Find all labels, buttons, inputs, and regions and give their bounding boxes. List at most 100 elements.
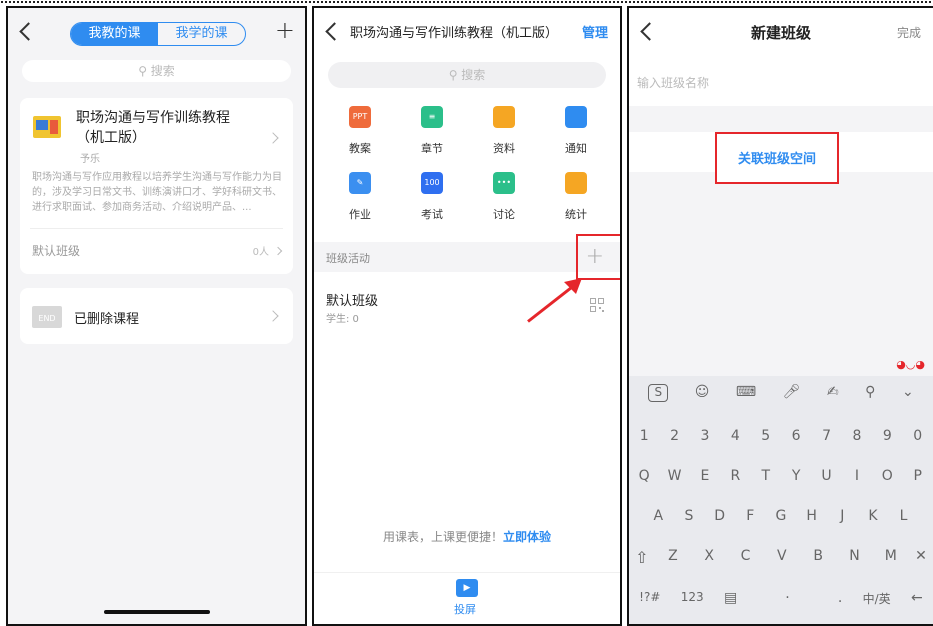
key-d[interactable]: D — [708, 508, 732, 524]
discuss-icon: ••• — [493, 172, 515, 194]
key-o[interactable]: O — [875, 468, 899, 484]
key-g[interactable]: G — [769, 508, 793, 524]
key-t[interactable]: T — [754, 468, 778, 484]
tab-teaching[interactable]: 我教的课 — [71, 23, 158, 45]
feature-grid: PPT 教案 ≡ 章节 资料 通知 ✎ 作业 100 考试 ••• 讨论 统计 — [314, 106, 620, 238]
handwrite-icon[interactable]: ✍︎ — [827, 384, 839, 402]
course-card[interactable]: 职场沟通与写作训练教程 （机工版） 予乐 职场沟通与写作应用教程以培养学生沟通与… — [20, 98, 293, 274]
key-7[interactable]: 7 — [815, 428, 839, 444]
screen-cast-icon[interactable]: ▶ — [456, 579, 478, 597]
key-6[interactable]: 6 — [784, 428, 808, 444]
link-class-space-button[interactable]: 关联班级空间 — [715, 148, 839, 167]
class-name[interactable]: 默认班级 — [326, 290, 378, 309]
key-r[interactable]: R — [723, 468, 747, 484]
nav-bar: 我教的课 我学的课 + — [8, 8, 305, 58]
feature-folder[interactable]: 资料 — [474, 106, 534, 156]
end-folder-icon: END — [32, 306, 62, 328]
key-v[interactable]: V — [770, 548, 794, 567]
feature-chapter[interactable]: ≡ 章节 — [402, 106, 462, 156]
back-icon[interactable] — [18, 20, 35, 38]
key-k[interactable]: K — [861, 508, 885, 524]
deleted-courses-row[interactable]: END 已删除课程 — [20, 288, 293, 344]
key-8[interactable]: 8 — [845, 428, 869, 444]
course-author: 予乐 — [80, 154, 100, 165]
home-indicator — [104, 610, 210, 614]
highlight-box — [576, 234, 620, 280]
key-row-1: QWERTYUIOP — [629, 468, 933, 484]
key-j[interactable]: J — [830, 508, 854, 524]
shift-key[interactable]: ⇧ — [635, 548, 648, 567]
feature-label: 教案 — [349, 142, 371, 155]
search-input[interactable]: ⚲ 搜索 — [22, 60, 291, 82]
feature-pie[interactable]: 统计 — [546, 172, 606, 222]
promo-link[interactable]: 立即体验 — [503, 530, 551, 544]
key-b[interactable]: B — [806, 548, 830, 567]
mic-icon[interactable]: 🎤︎ — [783, 384, 801, 402]
section-header: 班级活动 + — [314, 242, 620, 272]
period-key[interactable]: . — [838, 590, 842, 607]
feature-speaker[interactable]: 通知 — [546, 106, 606, 156]
key-f[interactable]: F — [738, 508, 762, 524]
back-icon[interactable] — [324, 20, 341, 38]
done-button[interactable]: 完成 — [897, 24, 921, 41]
feature-label: 作业 — [349, 208, 371, 221]
chevron-down-icon[interactable]: ⌄ — [902, 384, 914, 402]
key-1[interactable]: 1 — [632, 428, 656, 444]
key-a[interactable]: A — [646, 508, 670, 524]
feature-label: 通知 — [565, 142, 587, 155]
key-4[interactable]: 4 — [723, 428, 747, 444]
key-w[interactable]: W — [663, 468, 687, 484]
key-5[interactable]: 5 — [754, 428, 778, 444]
search-input[interactable]: ⚲ 搜索 — [328, 62, 606, 88]
key-e[interactable]: E — [693, 468, 717, 484]
qr-code-icon[interactable] — [590, 298, 604, 312]
key-i[interactable]: I — [845, 468, 869, 484]
key-q[interactable]: Q — [632, 468, 656, 484]
search-icon[interactable]: ⚲ — [865, 384, 875, 402]
tab-learning[interactable]: 我学的课 — [158, 23, 245, 45]
key-m[interactable]: M — [879, 548, 903, 567]
key-n[interactable]: N — [842, 548, 866, 567]
bottom-bar: ▶ 投屏 — [314, 572, 620, 624]
sogou-logo-icon[interactable]: S — [648, 384, 669, 402]
key-h[interactable]: H — [800, 508, 824, 524]
divider — [30, 228, 283, 229]
key-z[interactable]: Z — [661, 548, 685, 567]
lang-switch-key[interactable]: 中/英 — [863, 590, 891, 607]
feature-label: 资料 — [493, 142, 515, 155]
key-3[interactable]: 3 — [693, 428, 717, 444]
key-0[interactable]: 0 — [906, 428, 930, 444]
key-row-2: ASDFGHJKL — [629, 508, 933, 524]
default-class-label: 默认班级 — [32, 244, 81, 258]
manage-button[interactable]: 管理 — [582, 22, 608, 41]
add-course-icon[interactable]: + — [275, 18, 295, 42]
feature-homework[interactable]: ✎ 作业 — [330, 172, 390, 222]
space-key[interactable]: · — [758, 590, 818, 607]
symbol-key[interactable]: !?# — [639, 590, 660, 607]
key-2[interactable]: 2 — [663, 428, 687, 444]
key-x[interactable]: X — [697, 548, 721, 567]
speaker-icon — [565, 106, 587, 128]
class-name-field[interactable]: 输入班级名称 — [629, 58, 933, 106]
emoji-key[interactable]: ▤ — [724, 590, 737, 607]
screen-cast-label[interactable]: 投屏 — [454, 601, 476, 617]
key-y[interactable]: Y — [784, 468, 808, 484]
number-row: 1234567890 — [629, 428, 933, 444]
feature-ppt[interactable]: PPT 教案 — [330, 106, 390, 156]
feature-discuss[interactable]: ••• 讨论 — [474, 172, 534, 222]
keyboard-icon[interactable]: ⌨ — [736, 384, 756, 402]
key-l[interactable]: L — [892, 508, 916, 524]
number-key[interactable]: 123 — [681, 590, 704, 607]
key-u[interactable]: U — [815, 468, 839, 484]
chevron-right-icon — [273, 246, 283, 256]
emoji-icon[interactable]: ☺ — [695, 384, 710, 402]
backspace-key[interactable]: ← — [911, 590, 923, 607]
key-s[interactable]: S — [677, 508, 701, 524]
feature-label: 讨论 — [493, 208, 515, 221]
key-p[interactable]: P — [906, 468, 930, 484]
feature-exam[interactable]: 100 考试 — [402, 172, 462, 222]
key-9[interactable]: 9 — [875, 428, 899, 444]
key-c[interactable]: C — [734, 548, 758, 567]
soft-keyboard: S ☺ ⌨ 🎤︎ ✍︎ ⚲ ⌄ 1234567890 QWERTYUIOP AS… — [629, 376, 933, 624]
clear-key[interactable]: ✕ — [915, 548, 927, 567]
